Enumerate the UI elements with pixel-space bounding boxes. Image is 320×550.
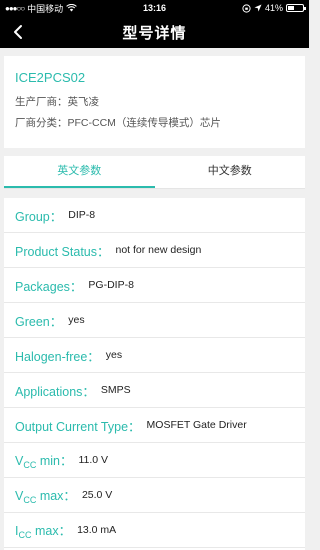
category-label: 厂商分类：: [15, 117, 68, 129]
param-label: Green：: [15, 314, 63, 329]
tab-english-params[interactable]: 英文参数: [4, 156, 155, 188]
manufacturer-line: 生产厂商： 英飞凌: [15, 94, 294, 109]
param-row-applications: Applications： SMPS: [4, 373, 305, 408]
param-value: SMPS: [100, 384, 131, 396]
param-label: VCC max：: [15, 485, 76, 505]
param-row-product-status: Product Status： not for new design: [4, 233, 305, 268]
param-value: yes: [105, 349, 123, 361]
label-rest: min：: [36, 454, 73, 468]
tab-chinese-params[interactable]: 中文参数: [155, 156, 306, 188]
param-row-icc-max: ICC max： 13.0 mA: [4, 513, 305, 548]
param-label: Output Current Type：: [15, 419, 141, 434]
param-value: MOSFET Gate Driver: [146, 419, 247, 431]
param-value: yes: [68, 314, 85, 326]
param-value: not for new design: [115, 244, 202, 256]
label-subscript: CC: [23, 460, 37, 470]
param-value: PG-DIP-8: [88, 279, 134, 291]
battery-percent: 41%: [264, 3, 283, 13]
orientation-lock-icon: [242, 3, 251, 13]
label-subscript: CC: [23, 495, 37, 505]
manufacturer-value: 英飞凌: [67, 96, 100, 108]
param-label: Product Status：: [15, 244, 110, 259]
battery-icon: [286, 4, 306, 12]
param-value: 25.0 V: [81, 489, 113, 501]
category-value: PFC-CCM（连续传导模式）芯片: [67, 117, 221, 129]
param-row-vcc-min: VCC min： 11.0 V: [4, 443, 305, 478]
param-label: Halogen-free：: [15, 349, 100, 364]
parameter-list: Group： DIP-8 Product Status： not for new…: [4, 198, 305, 550]
param-label: Packages：: [15, 279, 83, 294]
label-rest: max：: [31, 524, 72, 538]
chevron-left-icon: [14, 25, 22, 39]
label-rest: max：: [36, 489, 76, 503]
part-number: ICE2PCS02: [15, 70, 86, 85]
signal-strength-icon: ●●●○○: [5, 3, 25, 13]
carrier-name: 中国移动: [27, 3, 64, 14]
nav-bar: 型号详情: [0, 16, 309, 48]
param-row-green: Green： yes: [4, 303, 305, 338]
param-value: DIP-8: [68, 209, 96, 221]
param-label: ICC max：: [15, 520, 71, 540]
status-left: ●●●○○ 中国移动: [5, 2, 242, 15]
category-line: 厂商分类： PFC-CCM（连续传导模式）芯片: [15, 115, 294, 130]
param-row-group: Group： DIP-8: [4, 198, 305, 233]
param-value: 11.0 V: [78, 454, 109, 466]
param-label: Applications：: [15, 384, 95, 399]
status-right: 41%: [242, 3, 306, 13]
part-info-card: ICE2PCS02 生产厂商： 英飞凌 厂商分类： PFC-CCM（连续传导模式…: [4, 56, 305, 148]
param-label: VCC min：: [15, 450, 72, 470]
page-title: 型号详情: [122, 24, 187, 42]
label-subscript: CC: [18, 530, 32, 540]
param-row-vcc-max: VCC max： 25.0 V: [4, 478, 305, 513]
location-arrow-icon: [254, 4, 262, 12]
battery-fill: [288, 6, 294, 10]
manufacturer-label: 生产厂商：: [15, 96, 68, 108]
param-value: 13.0 mA: [77, 524, 117, 536]
param-row-output-current-type: Output Current Type： MOSFET Gate Driver: [4, 408, 305, 443]
wifi-icon: [66, 4, 77, 12]
back-button[interactable]: [6, 20, 30, 44]
parameter-tabs: 英文参数 中文参数: [4, 156, 305, 189]
status-bar: ●●●○○ 中国移动 13:16 41%: [0, 0, 309, 16]
param-row-packages: Packages： PG-DIP-8: [4, 268, 305, 303]
param-row-halogen-free: Halogen-free： yes: [4, 338, 305, 373]
param-label: Group：: [15, 209, 63, 224]
